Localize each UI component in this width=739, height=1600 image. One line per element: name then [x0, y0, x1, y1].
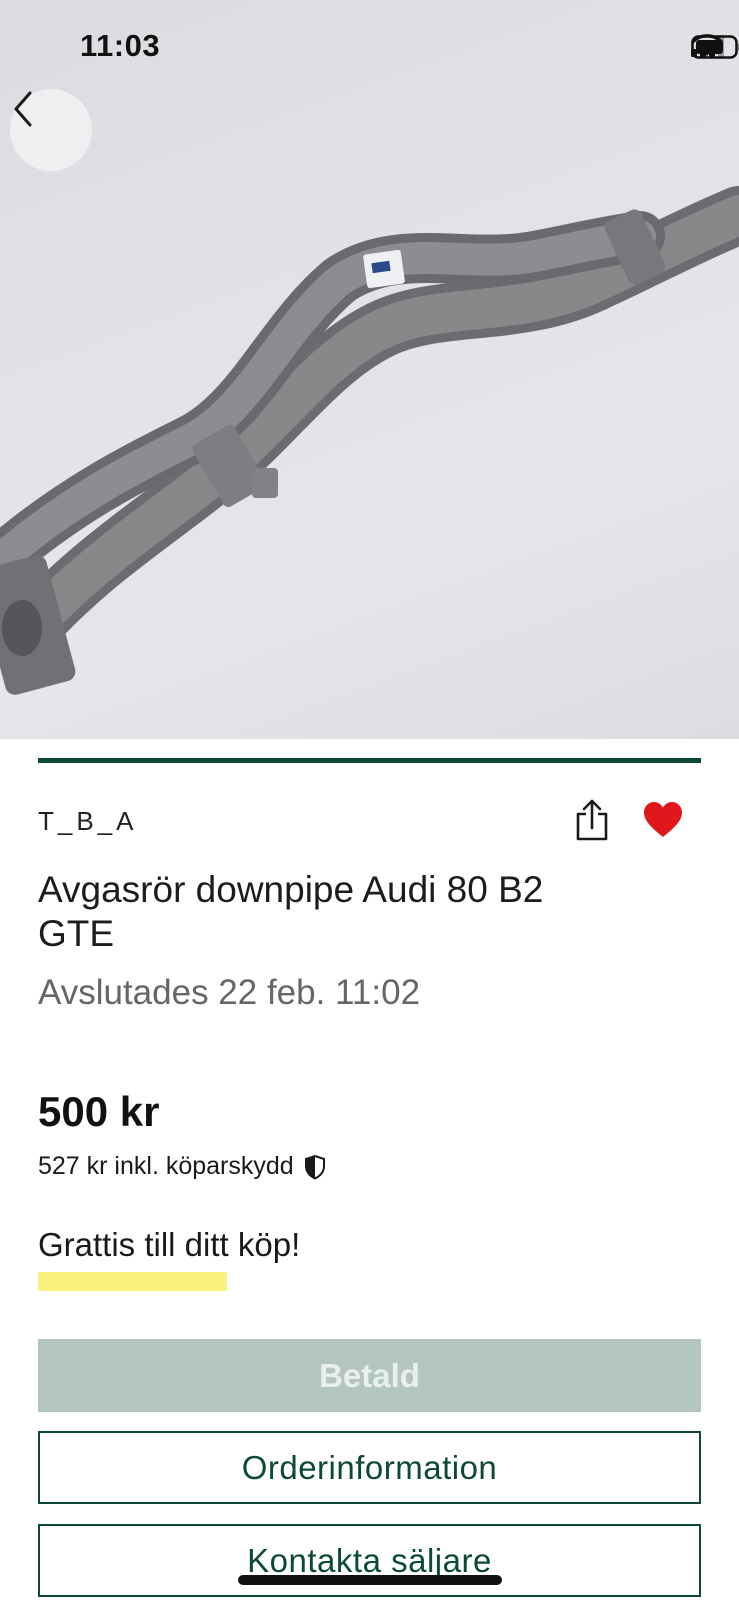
exhaust-pipe-photo	[0, 186, 739, 695]
heart-icon	[644, 802, 682, 837]
contact-seller-button[interactable]: Kontakta säljare	[38, 1524, 701, 1597]
share-icon	[576, 799, 608, 841]
favorite-button[interactable]	[642, 800, 684, 840]
price-incl-label: 527 kr inkl. köparskydd	[38, 1152, 294, 1180]
listing-ended: Avslutades 22 feb. 11:02	[38, 973, 421, 1012]
image-progress-bar	[38, 758, 701, 763]
share-button[interactable]	[574, 798, 610, 842]
paid-button[interactable]: Betald	[38, 1339, 701, 1412]
congrats-message: Grattis till ditt köp!	[38, 1226, 301, 1263]
product-image[interactable]: 11:03	[0, 0, 739, 739]
chevron-left-icon	[14, 91, 32, 127]
status-bar: 11:03	[0, 0, 739, 96]
back-button[interactable]	[10, 89, 92, 171]
price-incl-protection[interactable]: 527 kr inkl. köparskydd	[38, 1152, 326, 1181]
shield-icon	[304, 1154, 325, 1180]
price: 500 kr	[38, 1088, 160, 1135]
congrats-highlight	[38, 1272, 227, 1291]
order-info-button[interactable]: Orderinformation	[38, 1431, 701, 1504]
status-time: 11:03	[80, 28, 161, 63]
home-indicator[interactable]	[238, 1575, 502, 1585]
seller-name[interactable]: T_B_A	[38, 806, 138, 837]
battery-icon	[691, 35, 739, 59]
listing-title: Avgasrör downpipe Audi 80 B2 GTE	[38, 869, 544, 954]
